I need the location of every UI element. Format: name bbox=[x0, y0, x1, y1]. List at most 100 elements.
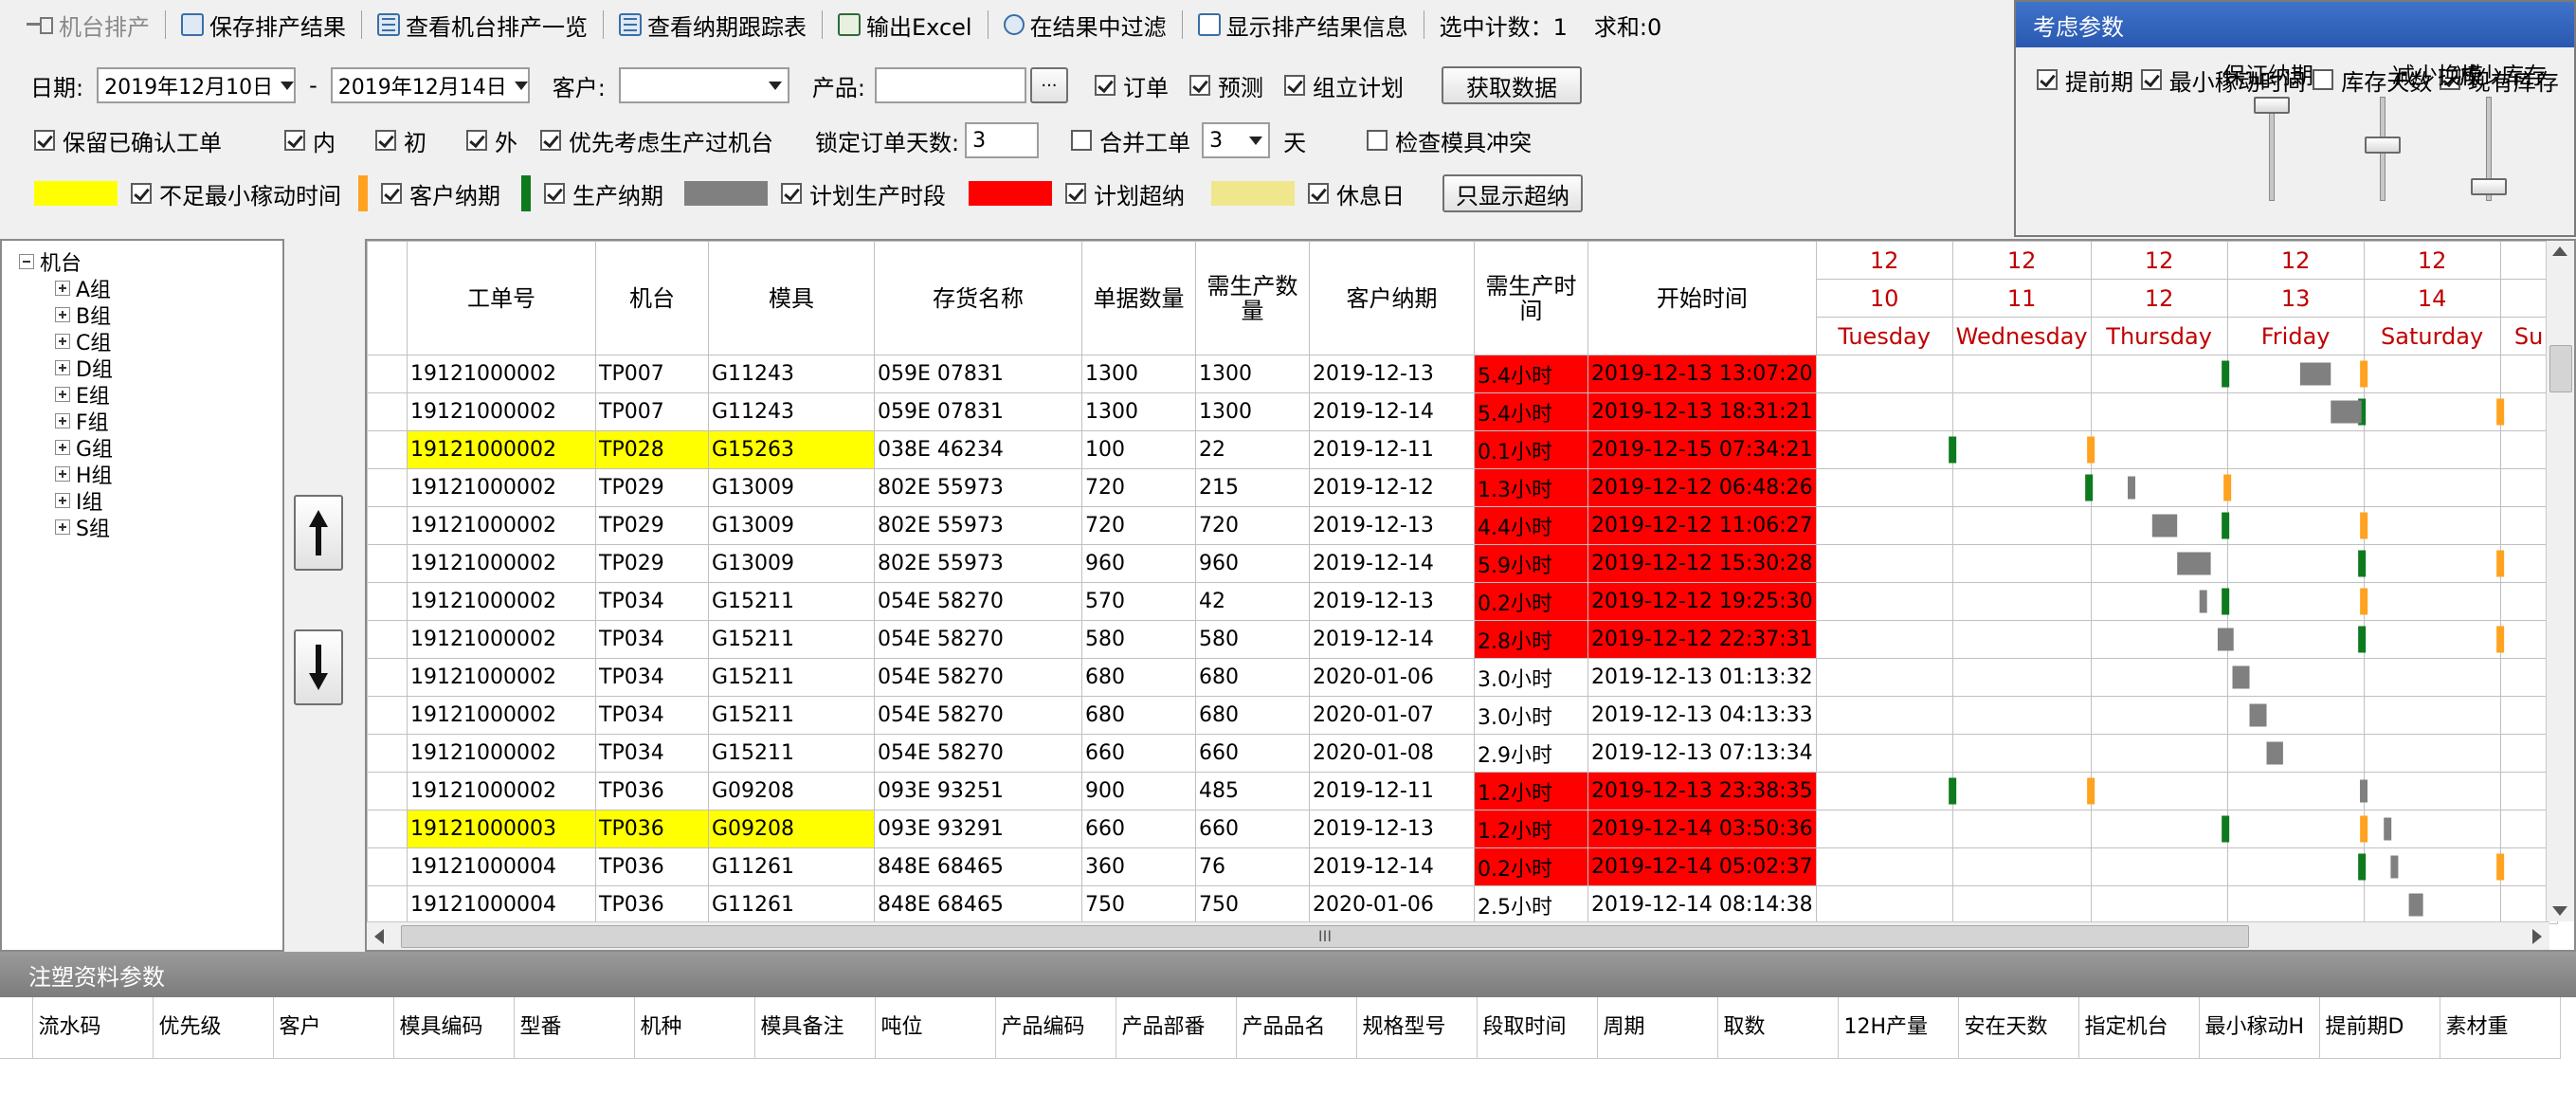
collapse-icon[interactable] bbox=[19, 254, 34, 269]
cell-need[interactable]: 580 bbox=[1195, 620, 1310, 659]
cell-deadline[interactable]: 2020-01-06 bbox=[1309, 885, 1475, 924]
cell-qty[interactable]: 660 bbox=[1081, 810, 1196, 848]
param-column-header[interactable]: 型番 bbox=[514, 997, 635, 1059]
check-mold-checkbox[interactable]: 检查模具冲突 bbox=[1367, 124, 1532, 157]
cell-machine[interactable]: TP029 bbox=[595, 506, 709, 545]
param-column-header[interactable]: 机种 bbox=[634, 997, 755, 1059]
cell-deadline[interactable]: 2019-12-13 bbox=[1309, 506, 1475, 545]
cell-start[interactable]: 2019-12-13 01:13:32 bbox=[1587, 658, 1817, 697]
checkbox-checked[interactable] bbox=[34, 130, 55, 151]
cell-item[interactable]: 059E 07831 bbox=[874, 355, 1082, 393]
param-column-header[interactable]: 周期 bbox=[1597, 997, 1718, 1059]
cell-mold[interactable]: G15211 bbox=[708, 582, 875, 621]
cell-qty[interactable]: 750 bbox=[1081, 885, 1196, 924]
cell-time[interactable]: 4.4小时 bbox=[1474, 506, 1588, 545]
cell-order[interactable]: 19121000002 bbox=[407, 468, 596, 507]
holiday-checkbox[interactable]: 休息日 bbox=[1308, 177, 1405, 210]
cell-time[interactable]: 2.8小时 bbox=[1474, 620, 1588, 659]
cell-need[interactable]: 720 bbox=[1195, 506, 1310, 545]
cell-qty[interactable]: 580 bbox=[1081, 620, 1196, 659]
forecast-checkbox[interactable]: 预测 bbox=[1188, 69, 1263, 102]
table-row[interactable]: 19121000002 TP007 G11243 059E 07831 1300 1300… bbox=[367, 392, 2558, 431]
cell-order[interactable]: 19121000002 bbox=[407, 355, 596, 393]
cell-machine[interactable]: TP034 bbox=[595, 582, 709, 621]
cell-start[interactable]: 2019-12-12 19:25:30 bbox=[1587, 582, 1817, 621]
cell-item[interactable]: 848E 68465 bbox=[874, 847, 1082, 886]
param-column-header[interactable]: 12H产量 bbox=[1838, 997, 1959, 1059]
checkbox-checked[interactable] bbox=[284, 130, 305, 151]
reduce-stock-slider-thumb[interactable] bbox=[2471, 178, 2507, 195]
param-column-header[interactable]: 素材重 bbox=[2440, 997, 2561, 1059]
assembly-plan-checkbox[interactable]: 组立计划 bbox=[1283, 69, 1404, 102]
cell-machine[interactable]: TP007 bbox=[595, 392, 709, 431]
cell-order[interactable]: 19121000002 bbox=[407, 544, 596, 583]
outer-checkbox[interactable]: 外 bbox=[466, 124, 517, 157]
only-overdue-button[interactable]: 只显示超纳 bbox=[1442, 174, 1583, 212]
cell-deadline[interactable]: 2019-12-12 bbox=[1309, 468, 1475, 507]
cell-deadline[interactable]: 2019-12-14 bbox=[1309, 392, 1475, 431]
scroll-right-icon[interactable] bbox=[2532, 929, 2542, 944]
expand-icon[interactable] bbox=[55, 334, 70, 349]
checkbox-checked[interactable] bbox=[1283, 75, 1305, 96]
table-row[interactable]: 19121000004 TP036 G11261 848E 68465 750 750 20… bbox=[367, 885, 2558, 924]
cell-machine[interactable]: TP029 bbox=[595, 544, 709, 583]
cell-deadline[interactable]: 2019-12-11 bbox=[1309, 430, 1475, 469]
cell-item[interactable]: 093E 93291 bbox=[874, 810, 1082, 848]
merge-order-checkbox[interactable]: 合并工单 bbox=[1071, 124, 1190, 157]
cell-machine[interactable]: TP036 bbox=[595, 847, 709, 886]
cell-time[interactable]: 3.0小时 bbox=[1474, 658, 1588, 697]
cell-deadline[interactable]: 2019-12-14 bbox=[1309, 544, 1475, 583]
min-move-checkbox[interactable]: 不足最小稼动时间 bbox=[131, 177, 341, 210]
view-machine-button[interactable]: 查看机台排产一览 bbox=[364, 4, 601, 46]
cell-time[interactable]: 0.2小时 bbox=[1474, 847, 1588, 886]
table-row[interactable]: 19121000002 TP029 G13009 802E 55973 720 215 20… bbox=[367, 468, 2558, 507]
cell-deadline[interactable]: 2020-01-08 bbox=[1309, 734, 1475, 773]
cell-qty[interactable]: 360 bbox=[1081, 847, 1196, 886]
cell-start[interactable]: 2019-12-12 22:37:31 bbox=[1587, 620, 1817, 659]
vertical-scrollbar[interactable] bbox=[2546, 241, 2574, 921]
keep-confirmed-checkbox[interactable]: 保留已确认工单 bbox=[34, 124, 222, 157]
cell-machine[interactable]: TP034 bbox=[595, 696, 709, 735]
param-column-header[interactable]: 段取时间 bbox=[1477, 997, 1598, 1059]
row-selector[interactable] bbox=[367, 506, 408, 545]
cell-machine[interactable]: TP036 bbox=[595, 772, 709, 810]
table-row[interactable]: 19121000003 TP036 G09208 093E 93291 660 660 20… bbox=[367, 810, 2558, 848]
inner-checkbox[interactable]: 内 bbox=[284, 124, 336, 157]
plan-overdue-checkbox[interactable]: 计划超纳 bbox=[1065, 177, 1185, 210]
initial-checkbox[interactable]: 初 bbox=[375, 124, 426, 157]
cell-need[interactable]: 960 bbox=[1195, 544, 1310, 583]
cell-qty[interactable]: 720 bbox=[1081, 468, 1196, 507]
param-column-header[interactable]: 安在天数 bbox=[1958, 997, 2079, 1059]
cell-deadline[interactable]: 2020-01-06 bbox=[1309, 658, 1475, 697]
cell-item[interactable]: 038E 46234 bbox=[874, 430, 1082, 469]
table-row[interactable]: 19121000002 TP029 G13009 802E 55973 960 960 20… bbox=[367, 544, 2558, 583]
export-excel-button[interactable]: 输出Excel bbox=[825, 4, 986, 46]
cell-deadline[interactable]: 2019-12-13 bbox=[1309, 810, 1475, 848]
column-header[interactable]: 单据数量 bbox=[1081, 241, 1196, 355]
cell-mold[interactable]: G15211 bbox=[708, 620, 875, 659]
cell-deadline[interactable]: 2019-12-14 bbox=[1309, 847, 1475, 886]
cell-start[interactable]: 2019-12-14 03:50:36 bbox=[1587, 810, 1817, 848]
cell-qty[interactable]: 680 bbox=[1081, 658, 1196, 697]
cell-machine[interactable]: TP007 bbox=[595, 355, 709, 393]
param-column-header[interactable]: 最小稼动H bbox=[2199, 997, 2320, 1059]
cell-time[interactable]: 1.2小时 bbox=[1474, 810, 1588, 848]
expand-icon[interactable] bbox=[55, 413, 70, 428]
plan-period-checkbox[interactable]: 计划生产时段 bbox=[781, 177, 946, 210]
cell-need[interactable]: 76 bbox=[1195, 847, 1310, 886]
cell-need[interactable]: 485 bbox=[1195, 772, 1310, 810]
product-browse-button[interactable]: ··· bbox=[1029, 67, 1068, 103]
cell-order[interactable]: 19121000002 bbox=[407, 392, 596, 431]
cell-start[interactable]: 2019-12-14 05:02:37 bbox=[1587, 847, 1817, 886]
lock-days-input[interactable]: 3 bbox=[965, 122, 1040, 158]
cell-time[interactable]: 1.3小时 bbox=[1474, 468, 1588, 507]
prefer-machine-checkbox[interactable]: 优先考虑生产过机台 bbox=[540, 124, 773, 157]
cell-machine[interactable]: TP029 bbox=[595, 468, 709, 507]
cell-need[interactable]: 660 bbox=[1195, 810, 1310, 848]
cell-qty[interactable]: 570 bbox=[1081, 582, 1196, 621]
date-from-picker[interactable]: 2019年12月10日 bbox=[97, 67, 297, 103]
cell-time[interactable]: 5.4小时 bbox=[1474, 355, 1588, 393]
expand-icon[interactable] bbox=[55, 519, 70, 535]
production-deadline-checkbox[interactable]: 生产纳期 bbox=[544, 177, 663, 210]
tree-group[interactable]: S组 bbox=[55, 512, 110, 542]
